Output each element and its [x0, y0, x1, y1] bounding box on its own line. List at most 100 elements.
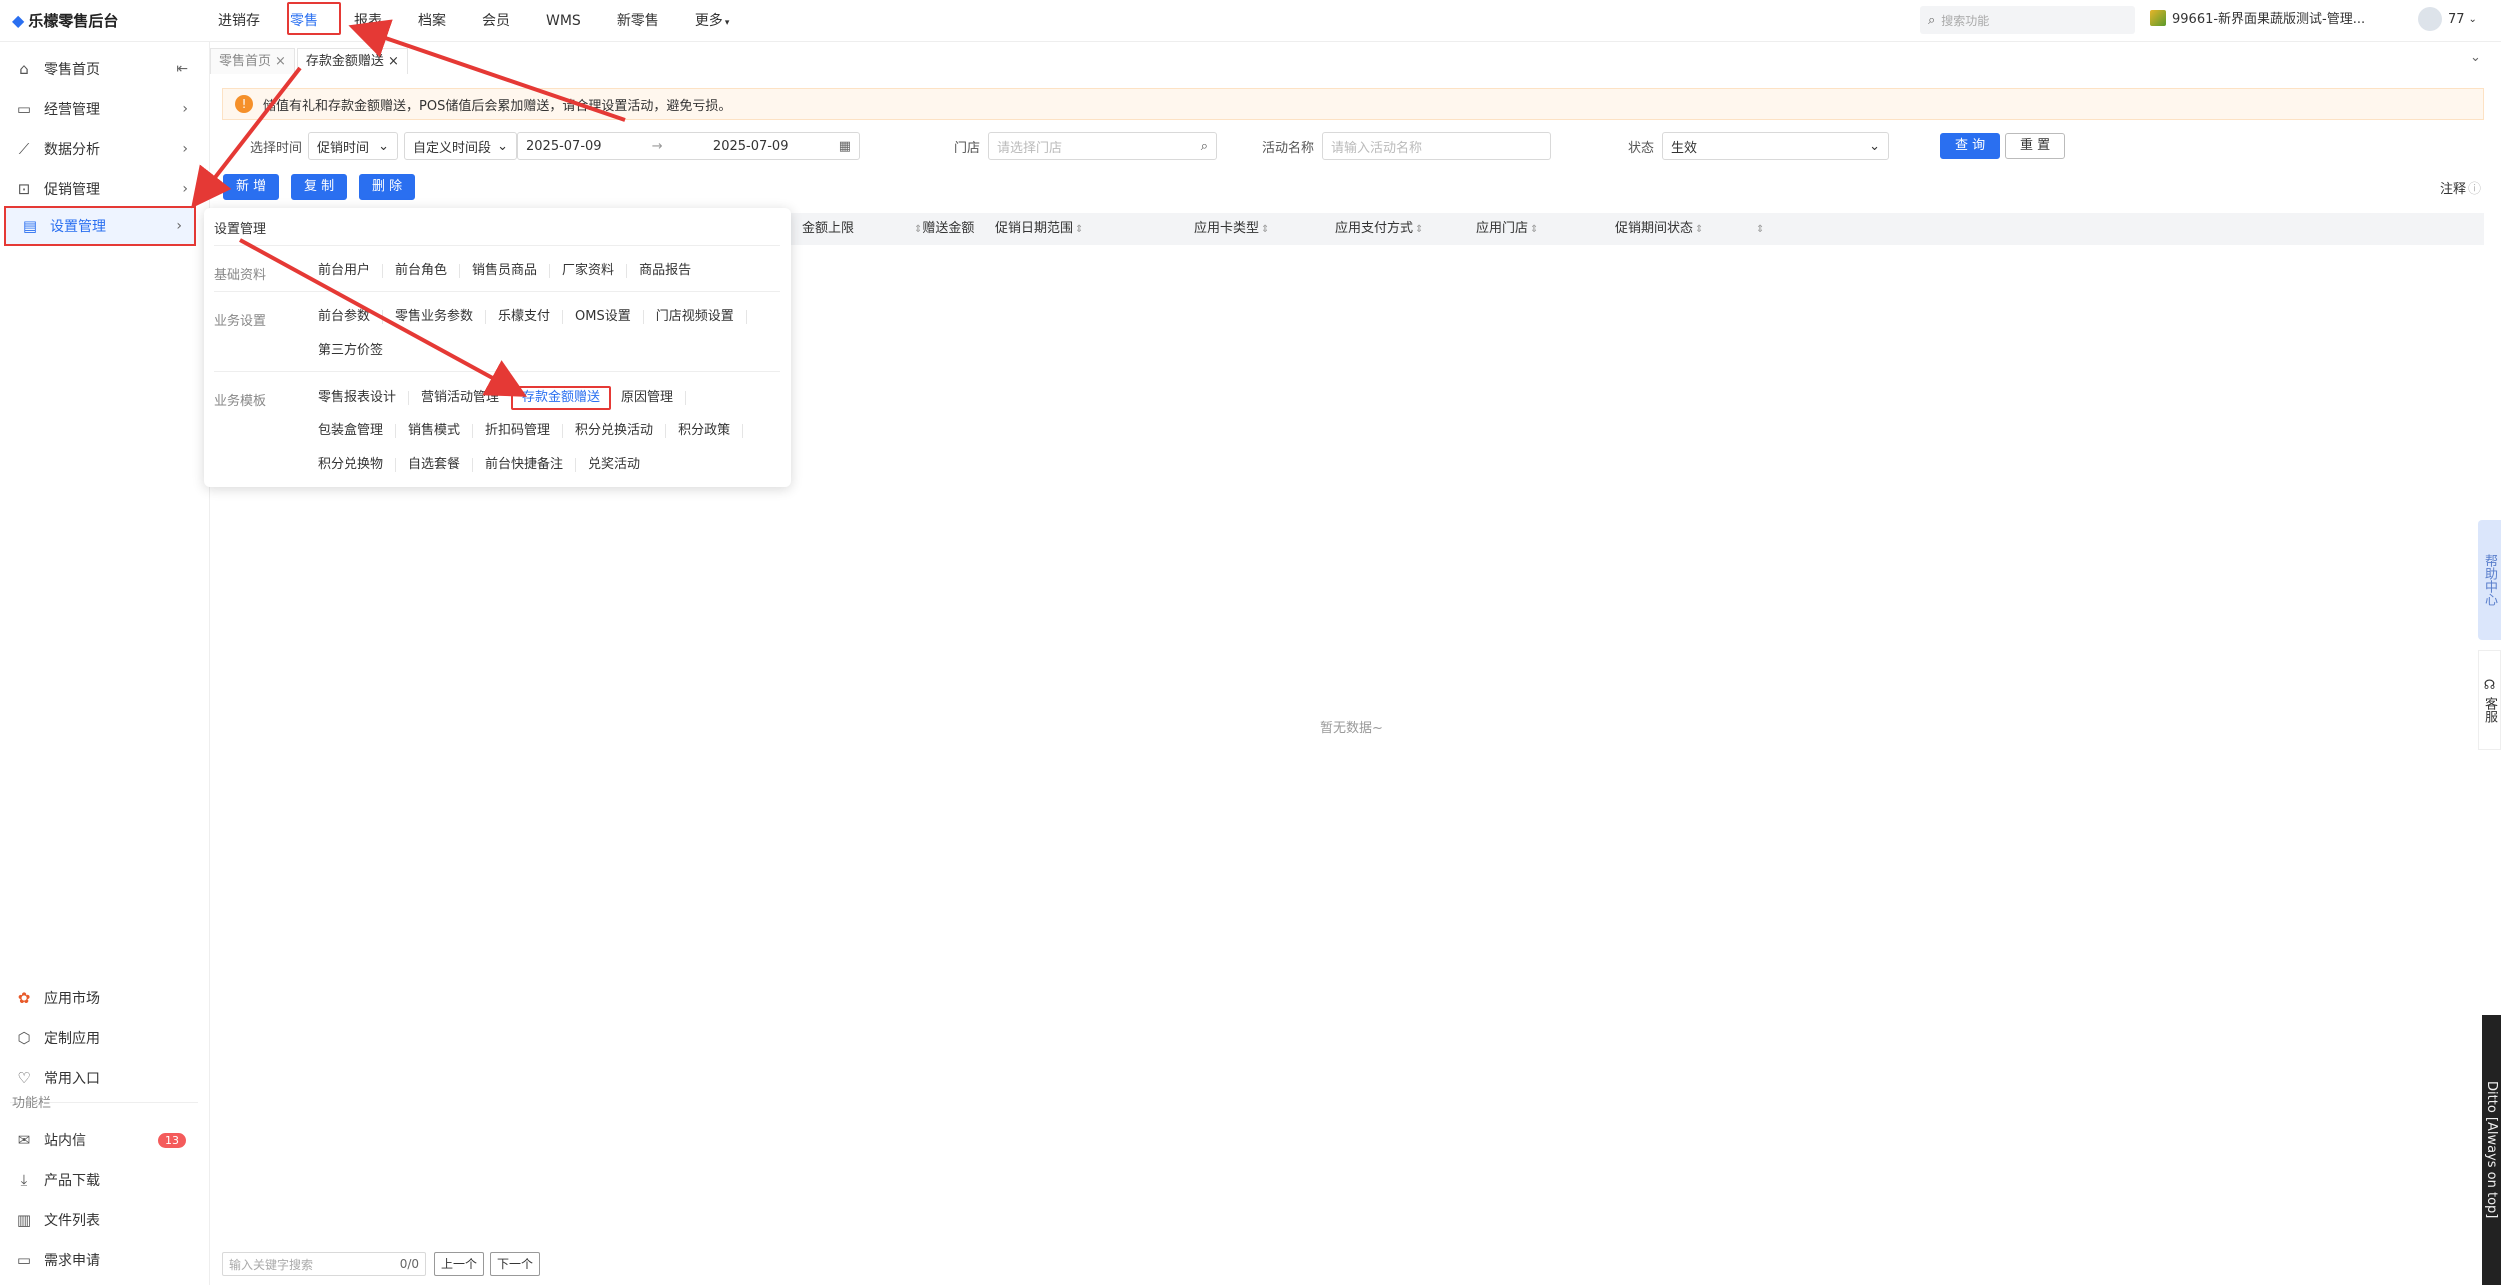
status-value: 生效: [1671, 140, 1698, 156]
menu-item-discount-code[interactable]: 折扣码管理: [473, 424, 564, 438]
sidebar-item-label: 经营管理: [44, 102, 100, 118]
store-select[interactable]: 请选择门店 ⌕: [988, 132, 1218, 160]
customer-service-tab[interactable]: ☊ 客服: [2478, 650, 2501, 750]
headset-icon: ☊: [2482, 677, 2497, 693]
sidebar-item-requests[interactable]: ▭ 需求申请: [0, 1241, 200, 1279]
col-extra-sort[interactable]: ⇕: [1754, 213, 1764, 245]
menu-item-goods-report[interactable]: 商品报告: [627, 264, 703, 278]
sidebar-item-custom-app[interactable]: ⬡ 定制应用: [0, 1019, 200, 1057]
business-templates-row-3: 积分兑换物 自选套餐 前台快捷备注 兑奖活动: [314, 458, 652, 472]
flyout-divider: [214, 291, 780, 292]
reset-button[interactable]: 重 置: [2005, 133, 2066, 159]
menu-item-marketing-activity[interactable]: 营销活动管理: [409, 391, 511, 405]
menu-item-sales-mode[interactable]: 销售模式: [396, 424, 474, 438]
menu-item-vendor-info[interactable]: 厂家资料: [550, 264, 628, 278]
sidebar-item-label: 产品下载: [44, 1173, 100, 1189]
date-end[interactable]: 2025-07-09: [713, 139, 789, 154]
date-range-picker[interactable]: 2025-07-09 → 2025-07-09 ▦: [517, 132, 861, 160]
menu-item-reason-management[interactable]: 原因管理: [615, 391, 687, 405]
menu-item-points-exchange-activity[interactable]: 积分兑换活动: [563, 424, 667, 438]
time-type-select[interactable]: 促销时间 ⌄: [308, 132, 399, 160]
status-label: 状态: [1628, 140, 1655, 156]
col-pay-method[interactable]: 应用支付方式 ⇕: [1335, 213, 1423, 245]
chevron-down-icon: ⌄: [378, 138, 390, 154]
menu-item-salesperson-goods[interactable]: 销售员商品: [460, 264, 551, 278]
nav-item-archives[interactable]: 档案: [400, 0, 464, 42]
nav-item-wms[interactable]: WMS: [528, 0, 599, 42]
date-start[interactable]: 2025-07-09: [526, 139, 602, 154]
col-amount-cap[interactable]: 金额上限: [802, 213, 854, 245]
menu-item-third-party-label[interactable]: 第三方价签: [314, 344, 395, 358]
sidebar-item-downloads[interactable]: ⤓ 产品下载: [0, 1161, 200, 1199]
close-icon[interactable]: ×: [388, 54, 399, 69]
sidebar-item-promotion[interactable]: ⊡ 促销管理 ›: [0, 170, 200, 208]
help-center-label: 帮助中心: [2482, 554, 2497, 606]
menu-item-front-users[interactable]: 前台用户: [314, 264, 384, 278]
close-icon[interactable]: ×: [275, 54, 286, 69]
col-card-type[interactable]: 应用卡类型 ⇕: [1194, 213, 1269, 245]
menu-item-front-params[interactable]: 前台参数: [314, 310, 384, 324]
brand-logo[interactable]: ◆ 乐檬零售后台: [12, 10, 118, 31]
menu-item-store-video[interactable]: 门店视频设置: [644, 310, 747, 324]
col-gift-amount[interactable]: ⇕赠送金额: [912, 213, 974, 245]
chevron-right-icon: ›: [176, 218, 182, 234]
next-match-button[interactable]: 下一个: [490, 1252, 541, 1276]
menu-item-deposit-gift[interactable]: 存款金额赠送: [511, 386, 612, 410]
status-select[interactable]: 生效 ⌄: [1662, 132, 1890, 160]
tabs-dropdown-icon[interactable]: ⌄: [2470, 50, 2481, 65]
tab-deposit-gift[interactable]: 存款金额赠送 ×: [296, 48, 408, 74]
sidebar-item-app-market[interactable]: ✿ 应用市场: [0, 979, 200, 1017]
sidebar-item-data-analysis[interactable]: ⟋ 数据分析 ›: [0, 130, 200, 168]
tab-retail-home[interactable]: 零售首页 ×: [210, 48, 295, 74]
menu-item-lemeng-pay[interactable]: 乐檬支付: [486, 310, 564, 324]
function-search-input[interactable]: ⌕ 搜索功能: [1920, 6, 2135, 34]
sort-icon: ⇕: [1261, 224, 1270, 235]
flyout-divider: [214, 245, 780, 246]
copy-button[interactable]: 复 制: [291, 174, 348, 200]
menu-item-retail-params[interactable]: 零售业务参数: [383, 310, 487, 324]
sidebar-item-messages[interactable]: ✉ 站内信 13: [0, 1121, 200, 1159]
add-button[interactable]: 新 增: [223, 174, 280, 200]
section-business-templates: 业务模板: [214, 394, 267, 409]
collapse-sidebar-icon[interactable]: ⇤: [176, 61, 188, 77]
sidebar-item-label: 文件列表: [44, 1213, 100, 1229]
sidebar-item-file-list[interactable]: ▥ 文件列表: [0, 1201, 200, 1239]
menu-item-points-policy[interactable]: 积分政策: [666, 424, 744, 438]
menu-item-points-exchange-goods[interactable]: 积分兑换物: [314, 458, 397, 472]
message-count-badge: 13: [158, 1132, 186, 1148]
menu-item-front-roles[interactable]: 前台角色: [383, 264, 461, 278]
menu-item-prize-activity[interactable]: 兑奖活动: [576, 458, 652, 472]
menu-item-report-design[interactable]: 零售报表设计: [314, 391, 410, 405]
sidebar-item-label: 定制应用: [44, 1031, 100, 1047]
sidebar-item-operations[interactable]: ▭ 经营管理 ›: [0, 90, 200, 128]
menu-item-front-quick-note[interactable]: 前台快捷备注: [473, 458, 577, 472]
menu-item-package-box[interactable]: 包装盒管理: [314, 424, 397, 438]
shop-selector[interactable]: 99661-新界面果蔬版测试-管理...: [2150, 8, 2365, 27]
prev-match-button[interactable]: 上一个: [434, 1252, 485, 1276]
sidebar-item-settings[interactable]: ▤ 设置管理 ›: [4, 206, 196, 246]
user-menu[interactable]: 77 ⌄: [2418, 7, 2477, 31]
keyword-search-input[interactable]: 输入关键字搜索 0/0: [222, 1252, 426, 1276]
delete-button[interactable]: 删 除: [359, 174, 416, 200]
sidebar-item-retail-home[interactable]: ⌂ 零售首页 ⇤: [0, 50, 200, 88]
col-period-status[interactable]: 促销期间状态 ⇕: [1615, 213, 1703, 245]
time-range-type-select[interactable]: 自定义时间段 ⌄: [404, 132, 518, 160]
nav-item-members[interactable]: 会员: [464, 0, 528, 42]
help-center-tab[interactable]: 帮助中心: [2478, 520, 2501, 640]
col-date-range[interactable]: 促销日期范围 ⇕: [995, 213, 1083, 245]
nav-item-new-retail[interactable]: 新零售: [599, 0, 677, 42]
nav-item-more[interactable]: 更多 ▾: [677, 0, 748, 42]
menu-item-oms-settings[interactable]: OMS设置: [563, 310, 644, 324]
activity-name-input[interactable]: 请输入活动名称: [1322, 132, 1552, 160]
activity-filter: 活动名称 请输入活动名称: [1262, 132, 1552, 160]
menu-item-custom-combo[interactable]: 自选套餐: [396, 458, 474, 472]
shop-name: 99661-新界面果蔬版测试-管理...: [2172, 12, 2366, 27]
ditto-overlay[interactable]: Ditto [Always on top]: [2482, 1015, 2501, 1285]
query-button[interactable]: 查 询: [1940, 133, 2001, 159]
note-toggle[interactable]: 注释 ⓘ: [2440, 178, 2481, 197]
sidebar-item-label: 促销管理: [44, 182, 100, 198]
nav-item-jinxiaocun[interactable]: 进销存: [200, 0, 278, 42]
nav-item-reports[interactable]: 报表: [336, 0, 400, 42]
col-store[interactable]: 应用门店 ⇕: [1476, 213, 1538, 245]
tab-label: 存款金额赠送: [305, 54, 384, 69]
